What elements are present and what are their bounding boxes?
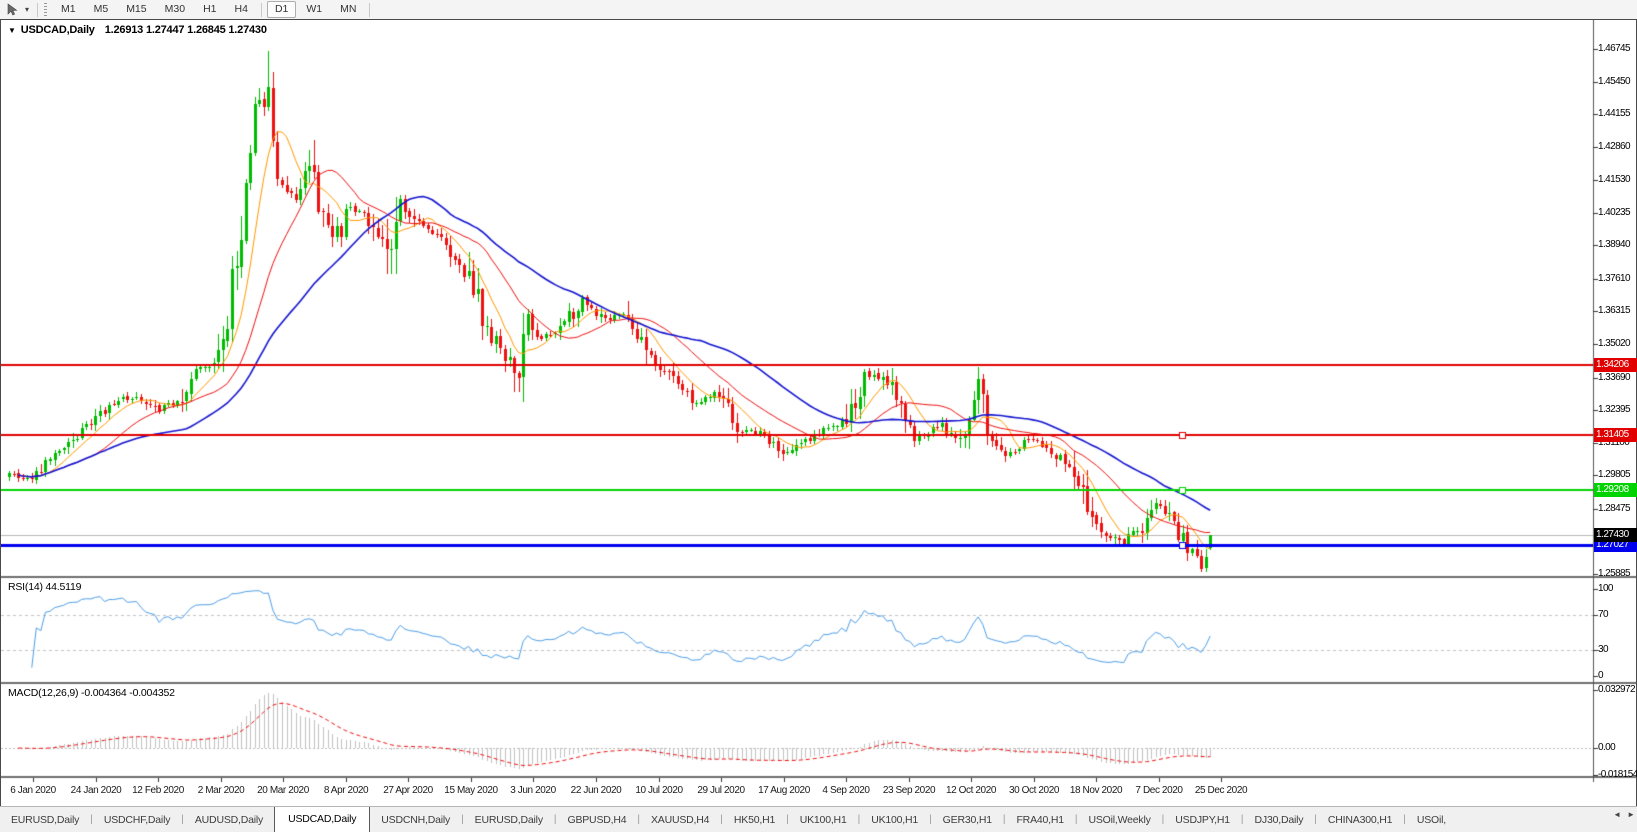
tab-eurusd-daily[interactable]: EURUSD,Daily	[464, 809, 554, 832]
rsi-axis-tick: 30	[1598, 644, 1608, 656]
chevron-down-icon[interactable]: ▾	[21, 5, 33, 14]
date-axis-label: 22 Jun 2020	[571, 785, 622, 796]
tab-usdjpy-h1[interactable]: USDJPY,H1	[1164, 809, 1241, 832]
date-axis-label: 2 Mar 2020	[198, 785, 245, 796]
timeframe-button-d1[interactable]: D1	[267, 1, 296, 18]
timeframe-button-m30[interactable]: M30	[157, 1, 193, 18]
chart-title: ▼ USDCAD,Daily 1.26913 1.27447 1.26845 1.2…	[8, 24, 267, 36]
symbol-tab-bar: EURUSD,Daily|USDCHF,Daily|AUDUSD,DailyUS…	[0, 806, 1637, 832]
toolbar-divider	[369, 3, 370, 17]
price-axis-tick: 1.44155	[1598, 108, 1630, 120]
price-axis-tick: 1.33690	[1598, 372, 1630, 384]
date-axis-label: 4 Sep 2020	[822, 785, 869, 796]
date-axis-label: 6 Jan 2020	[10, 785, 56, 796]
tab-uk100-h1[interactable]: UK100,H1	[789, 809, 858, 832]
timeframe-button-m5[interactable]: M5	[86, 1, 117, 18]
tab-scroll-arrows: ◄ ►	[1609, 810, 1635, 819]
date-axis-label: 27 Apr 2020	[383, 785, 433, 796]
toolbar-divider	[37, 3, 38, 17]
price-axis-tick: 1.45450	[1598, 76, 1630, 88]
chart-symbol-label: USDCAD,Daily	[21, 24, 95, 36]
chart-ohlc-values: 1.26913 1.27447 1.26845 1.27430	[105, 24, 267, 36]
price-axis-tick: 1.37610	[1598, 273, 1630, 285]
rsi-axis-tick: 70	[1598, 609, 1608, 621]
price-axis-tick: 1.32395	[1598, 404, 1630, 416]
price-chart-canvas[interactable]	[1, 20, 1636, 804]
timeframe-button-mn[interactable]: MN	[332, 1, 364, 18]
current-price-label: 1.27430	[1594, 528, 1637, 542]
date-axis-label: 18 Nov 2020	[1070, 785, 1122, 796]
rsi-axis-tick: 100	[1598, 583, 1613, 595]
date-axis-label: 24 Jan 2020	[71, 785, 122, 796]
date-axis-label: 12 Oct 2020	[946, 785, 996, 796]
date-axis-label: 8 Apr 2020	[324, 785, 368, 796]
tab-usdcnh-daily[interactable]: USDCNH,Daily	[370, 809, 461, 832]
macd-axis-tick: 0.00	[1598, 742, 1615, 754]
top-toolbar: ▾ M1M5M15M30H1H4 D1W1MN	[0, 0, 1637, 20]
price-axis-tick: 1.40235	[1598, 207, 1630, 219]
tab-usoil[interactable]: USOil,	[1406, 809, 1457, 832]
cursor-tool-icon[interactable]	[3, 2, 21, 17]
tab-hk50-h1[interactable]: HK50,H1	[723, 809, 786, 832]
date-axis-label: 30 Oct 2020	[1009, 785, 1059, 796]
date-axis-label: 17 Aug 2020	[758, 785, 810, 796]
date-axis-label: 20 Mar 2020	[257, 785, 309, 796]
toolbar-divider	[261, 3, 262, 17]
macd-axis-tick: -0.018154	[1598, 769, 1637, 781]
macd-indicator-label: MACD(12,26,9) -0.004364 -0.004352	[8, 687, 175, 699]
collapse-triangle-icon[interactable]: ▼	[8, 26, 16, 35]
tab-uk100-h1[interactable]: UK100,H1	[860, 809, 929, 832]
timeframe-button-m1[interactable]: M1	[53, 1, 84, 18]
price-axis-tick: 1.38940	[1598, 239, 1630, 251]
hline-price-label: 1.31405	[1594, 428, 1637, 442]
tab-audusd-daily[interactable]: AUDUSD,Daily	[184, 809, 274, 832]
tab-usdcad-daily[interactable]: USDCAD,Daily	[274, 806, 370, 832]
price-axis-tick: 1.29805	[1598, 469, 1630, 481]
price-axis-tick: 1.36315	[1598, 305, 1630, 317]
rsi-indicator-label: RSI(14) 44.5119	[8, 581, 81, 593]
tab-usdchf-daily[interactable]: USDCHF,Daily	[93, 809, 181, 832]
timeframe-button-m15[interactable]: M15	[118, 1, 154, 18]
date-axis-label: 23 Sep 2020	[883, 785, 935, 796]
tab-usoil-weekly[interactable]: USOil,Weekly	[1078, 809, 1162, 832]
price-axis-tick: 1.28475	[1598, 503, 1630, 515]
tab-china300-h1[interactable]: CHINA300,H1	[1317, 809, 1403, 832]
tab-dj30-daily[interactable]: DJ30,Daily	[1244, 809, 1315, 832]
tab-gbpusd-h4[interactable]: GBPUSD,H4	[556, 809, 637, 832]
tab-scroll-left-button[interactable]: ◄	[1613, 810, 1621, 819]
tab-scroll-right-button[interactable]: ►	[1627, 810, 1635, 819]
price-axis-tick: 1.41530	[1598, 174, 1630, 186]
timeframe-button-h1[interactable]: H1	[195, 1, 224, 18]
date-axis-label: 7 Dec 2020	[1135, 785, 1182, 796]
macd-axis-tick: 0.032972	[1598, 684, 1635, 696]
tab-xauusd-h4[interactable]: XAUUSD,H4	[640, 809, 720, 832]
date-axis-label: 12 Feb 2020	[132, 785, 184, 796]
timeframe-buttons: M1M5M15M30H1H4 D1W1MN	[52, 1, 374, 18]
hline-price-label: 1.29208	[1594, 483, 1637, 497]
chart-window: ▼ USDCAD,Daily 1.26913 1.27447 1.26845 1.2…	[0, 19, 1637, 807]
price-axis-tick: 1.42860	[1598, 141, 1630, 153]
tab-eurusd-daily[interactable]: EURUSD,Daily	[0, 809, 90, 832]
date-axis-label: 3 Jun 2020	[510, 785, 556, 796]
price-axis-tick: 1.46745	[1598, 43, 1630, 55]
tab-fra40-h1[interactable]: FRA40,H1	[1005, 809, 1074, 832]
timeframe-button-h4[interactable]: H4	[227, 1, 256, 18]
price-axis-tick: 1.35020	[1598, 338, 1630, 350]
date-axis-label: 25 Dec 2020	[1195, 785, 1247, 796]
date-axis-label: 29 Jul 2020	[697, 785, 744, 796]
tab-ger30-h1[interactable]: GER30,H1	[932, 809, 1003, 832]
date-axis-label: 15 May 2020	[444, 785, 497, 796]
timeframe-button-w1[interactable]: W1	[298, 1, 330, 18]
hline-price-label: 1.34206	[1594, 358, 1637, 372]
rsi-axis-tick: 0	[1598, 670, 1603, 682]
price-axis-tick: 1.25885	[1598, 568, 1630, 580]
date-axis-label: 10 Jul 2020	[635, 785, 682, 796]
toolbar-drag-grip[interactable]	[44, 3, 47, 16]
